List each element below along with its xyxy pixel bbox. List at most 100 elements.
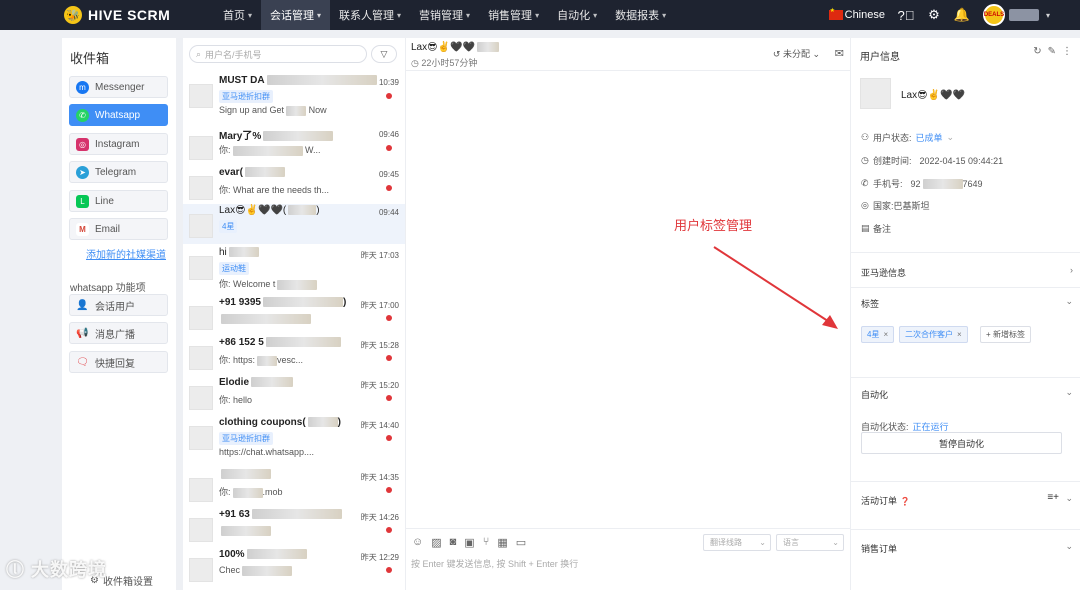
list-item[interactable]: MUST DA 亚马逊折扣群 Sign up and Get Now 10:39 [183, 74, 405, 116]
function-quick-reply[interactable]: 🗨 快捷回复 [69, 351, 168, 373]
filter-button[interactable]: ▽ [371, 45, 397, 63]
nav-conversations[interactable]: 会话管理 ▾ [261, 0, 331, 30]
gear-icon[interactable]: ⚙ [927, 7, 941, 22]
composer-toolbar: ☺ ▨ ◙ ▣ ⑂ ▦ ▭ [412, 536, 526, 549]
channel-email[interactable]: M Email [69, 218, 168, 240]
message-input[interactable]: 按 Enter 键发送信息, 按 Shift + Enter 换行 [411, 557, 578, 570]
chevron-down-icon[interactable]: ⌄ [1065, 541, 1073, 552]
tag-badge: 亚马逊折扣群 [219, 90, 273, 103]
list-item[interactable]: 你: .mob 昨天 14:35 [183, 468, 405, 508]
last-message: 你: https: [219, 355, 256, 365]
contact-name: MUST DA [219, 75, 265, 86]
assign-dropdown[interactable]: ↺ 未分配 ⌄ [773, 47, 820, 60]
status-select[interactable]: 已成单 [916, 131, 943, 144]
last-message-tail: W... [305, 145, 321, 155]
sales-orders-section: 销售订单 ⌄ [851, 529, 1080, 577]
nav-label: 数据报表 [615, 10, 660, 22]
function-broadcast[interactable]: 📢 消息广播 [69, 322, 168, 344]
contact-name: Elodie [219, 377, 250, 388]
last-message: Sign up and Get [219, 105, 285, 115]
list-item[interactable]: clothing coupons() 亚马逊折扣群 https://chat.w… [183, 416, 405, 457]
gmail-icon: M [76, 222, 89, 236]
channel-whatsapp[interactable]: ✆ Whatsapp [69, 104, 168, 126]
avatar [189, 256, 213, 280]
channel-line[interactable]: L Line [69, 190, 168, 212]
channel-telegram[interactable]: ➤ Telegram [69, 161, 168, 183]
flow-icon[interactable]: ⑂ [483, 536, 490, 549]
file-icon[interactable]: ▣ [464, 536, 474, 549]
language-select[interactable]: 语言 ⌄ [776, 534, 844, 551]
nav-reports[interactable]: 数据报表 ▾ [606, 0, 675, 30]
unread-dot [386, 185, 392, 191]
filter-icon: ▽ [380, 48, 388, 59]
list-item[interactable]: +91 9395) 昨天 17:00 [183, 296, 405, 336]
bell-icon[interactable]: 🔔 [954, 7, 970, 22]
close-icon[interactable]: × [957, 330, 962, 339]
avatar [189, 426, 213, 450]
user-menu[interactable]: DEALS ▾ [982, 4, 1050, 26]
list-item[interactable]: Elodie 你: hello 昨天 15:20 [183, 376, 405, 416]
close-icon[interactable]: × [883, 330, 888, 339]
amazon-info-section[interactable]: 亚马逊信息 › [851, 252, 1080, 287]
nav-label: 联系人管理 [339, 10, 395, 22]
search-input[interactable]: ⌕ 用户名/手机号 [189, 45, 367, 63]
chevron-down-icon[interactable]: ⌄ [1065, 387, 1073, 398]
avatar [189, 176, 213, 200]
nav-home[interactable]: 首页 ▾ [214, 0, 261, 30]
chat-duration: ◷ 22小时57分钟 [411, 56, 477, 69]
message-time: 昨天 17:00 [360, 301, 399, 310]
user-icon: 👤 [76, 299, 89, 311]
sticker-icon[interactable]: ◙ [450, 536, 457, 549]
note-row[interactable]: ▤ 备注 [861, 222, 891, 235]
tag-label: 4星 [867, 330, 880, 339]
channel-label: Whatsapp [95, 109, 141, 121]
add-list-icon[interactable]: ≡+ [1047, 492, 1059, 503]
unread-dot [386, 145, 392, 151]
add-channel-link[interactable]: 添加新的社媒渠道 [86, 246, 166, 261]
inbox-panel: 收件箱 m Messenger ✆ Whatsapp ◎ Instagram ➤ Tel… [62, 38, 176, 590]
list-item[interactable]: Mary了% 你: W... 09:46 [183, 126, 405, 166]
emoji-icon[interactable]: ☺ [412, 536, 423, 549]
app-logo[interactable]: 🐝 HIVE SCRM [64, 6, 214, 24]
add-tag-button[interactable]: + 新增标签 [980, 326, 1031, 343]
chevron-down-icon: ▾ [535, 10, 540, 20]
nav-marketing[interactable]: 营销管理 ▾ [410, 0, 479, 30]
list-item[interactable]: hi 运动鞋 你: Welcome t 昨天 17:03 [183, 246, 405, 290]
list-item[interactable]: 100% Chec 昨天 12:29 [183, 548, 405, 588]
section-title: 销售订单 [861, 544, 898, 554]
pause-automation-button[interactable]: 暂停自动化 [861, 432, 1062, 454]
list-item[interactable]: +91 63 昨天 14:26 [183, 508, 405, 548]
nav-automation[interactable]: 自动化 ▾ [548, 0, 606, 30]
nav-contacts[interactable]: 联系人管理 ▾ [330, 0, 410, 30]
tag-chip[interactable]: 二次合作客户 × [899, 326, 968, 343]
contact-name: evar( [219, 167, 243, 178]
language-switcher[interactable]: Chinese [828, 7, 885, 21]
user-info-tools: ↻ ✎ ⋮ [1033, 46, 1072, 57]
refresh-icon[interactable]: ↻ [1033, 46, 1041, 57]
list-item[interactable]: evar( 你: What are the needs th... 09:45 [183, 166, 405, 206]
channel-messenger[interactable]: m Messenger [69, 76, 168, 98]
mail-icon[interactable]: ✉ [835, 47, 844, 60]
created-row: ◷ 创建时间: 2022-04-15 09:44:21 [861, 154, 1003, 167]
function-chat-users[interactable]: 👤 会话用户 [69, 294, 168, 316]
chevron-down-icon: ▾ [593, 10, 598, 20]
tag-chip[interactable]: 4星 × [861, 326, 895, 343]
message-time: 昨天 15:28 [360, 341, 399, 350]
more-icon[interactable]: ⋮ [1062, 46, 1072, 57]
help-icon[interactable]: ?⃝ [898, 8, 915, 23]
chevron-down-icon[interactable]: ⌄ [1065, 493, 1073, 504]
field-label: 创建时间: [873, 156, 912, 166]
grid-icon[interactable]: ▦ [497, 536, 507, 549]
list-item[interactable]: +86 152 5 你: https: vesc... 昨天 15:28 [183, 336, 405, 376]
unread-dot [386, 435, 392, 441]
quick-reply-icon[interactable]: ▭ [516, 536, 526, 549]
edit-icon[interactable]: ✎ [1048, 46, 1056, 57]
list-item-selected[interactable]: Lax😎✌️🖤🖤() 4星 09:44 [183, 204, 405, 244]
chevron-down-icon[interactable]: ⌄ [1065, 296, 1073, 307]
nav-sales[interactable]: 销售管理 ▾ [479, 0, 548, 30]
channel-instagram[interactable]: ◎ Instagram [69, 133, 168, 155]
annotation-arrow [713, 246, 838, 329]
image-icon[interactable]: ▨ [431, 536, 441, 549]
bee-logo-icon: 🐝 [64, 6, 82, 24]
translate-route-select[interactable]: 翻译线路 ⌄ [703, 534, 771, 551]
